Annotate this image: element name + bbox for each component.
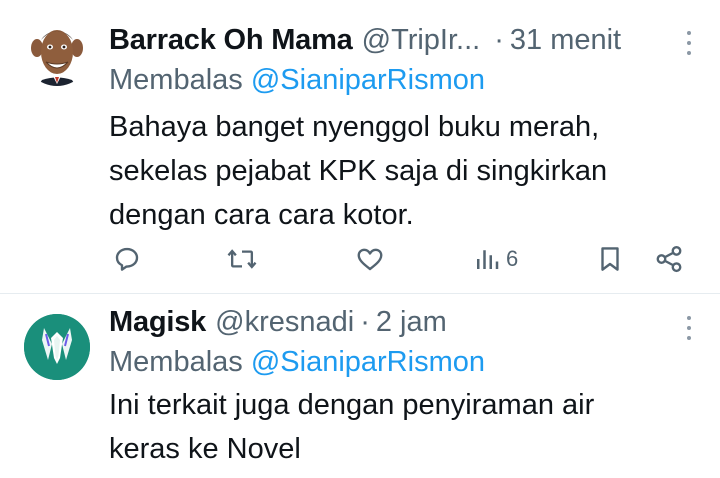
vertical-ellipsis-icon xyxy=(687,316,691,320)
reply-to-link[interactable]: @SianiparRismon xyxy=(251,346,485,378)
vertical-ellipsis-icon xyxy=(687,31,691,35)
heart-icon xyxy=(357,248,383,271)
bar-chart-icon xyxy=(477,250,499,269)
author-name[interactable]: Magisk xyxy=(109,302,206,342)
tweet-header: Barrack Oh Mama @TripIr... · 31 menit xyxy=(109,20,700,60)
tweet-actions: 6 xyxy=(109,241,699,277)
magisk-logo-icon xyxy=(24,314,90,380)
avatar-barrack[interactable] xyxy=(24,20,90,86)
reply-prefix: Membalas xyxy=(109,64,243,96)
tweet-text: Ini terkait juga dengan penyiraman air k… xyxy=(109,383,700,471)
reply-prefix: Membalas xyxy=(109,346,243,378)
repost-arrows-icon xyxy=(227,249,257,269)
tweet-content: Barrack Oh Mama @TripIr... · 31 menit Me… xyxy=(109,20,700,237)
reply-context: Membalas @SianiparRismon xyxy=(109,342,700,382)
tweet-reply-2[interactable]: Magisk @kresnadi · 2 jam Membalas @Siani… xyxy=(0,294,720,478)
share-icon xyxy=(656,245,682,273)
tweet-text-line: Bahaya banget nyenggol buku merah, xyxy=(109,111,600,143)
more-options-button[interactable] xyxy=(684,31,694,55)
tweet-text-line: sekelas pejabat KPK saja di singkirkan xyxy=(109,155,608,187)
speech-bubble-icon xyxy=(115,247,139,271)
views-count: 6 xyxy=(506,246,519,271)
tweet-content: Magisk @kresnadi · 2 jam Membalas @Siani… xyxy=(109,302,700,471)
like-button[interactable] xyxy=(354,241,386,277)
timestamp[interactable]: 31 menit xyxy=(510,20,621,60)
reply-context: Membalas @SianiparRismon xyxy=(109,60,700,100)
timestamp[interactable]: 2 jam xyxy=(376,302,447,342)
views-button[interactable]: 6 xyxy=(474,241,518,277)
bookmark-icon xyxy=(601,247,619,271)
tweet-reply-1[interactable]: Barrack Oh Mama @TripIr... · 31 menit Me… xyxy=(0,0,720,293)
author-name[interactable]: Barrack Oh Mama xyxy=(109,20,353,60)
bookmark-button[interactable] xyxy=(595,241,625,277)
share-button[interactable] xyxy=(654,241,684,277)
reply-button[interactable] xyxy=(112,241,142,277)
avatar-magisk[interactable] xyxy=(24,314,90,380)
reply-to-link[interactable]: @SianiparRismon xyxy=(251,64,485,96)
tweet-text-line: keras ke Novel xyxy=(109,433,301,465)
more-options-button[interactable] xyxy=(684,316,694,340)
author-handle[interactable]: @TripIr... xyxy=(362,20,481,60)
tweet-text-line: Ini terkait juga dengan penyiraman air xyxy=(109,389,595,421)
tweet-text-line: dengan cara cara kotor. xyxy=(109,199,414,231)
repost-button[interactable] xyxy=(226,241,258,277)
separator-dot: · xyxy=(494,24,504,56)
tweet-header: Magisk @kresnadi · 2 jam xyxy=(109,302,700,342)
caricature-avatar-icon xyxy=(24,20,90,86)
author-handle[interactable]: @kresnadi xyxy=(215,302,354,342)
separator-dot: · xyxy=(360,306,370,338)
tweet-text: Bahaya banget nyenggol buku merah, sekel… xyxy=(109,105,700,237)
